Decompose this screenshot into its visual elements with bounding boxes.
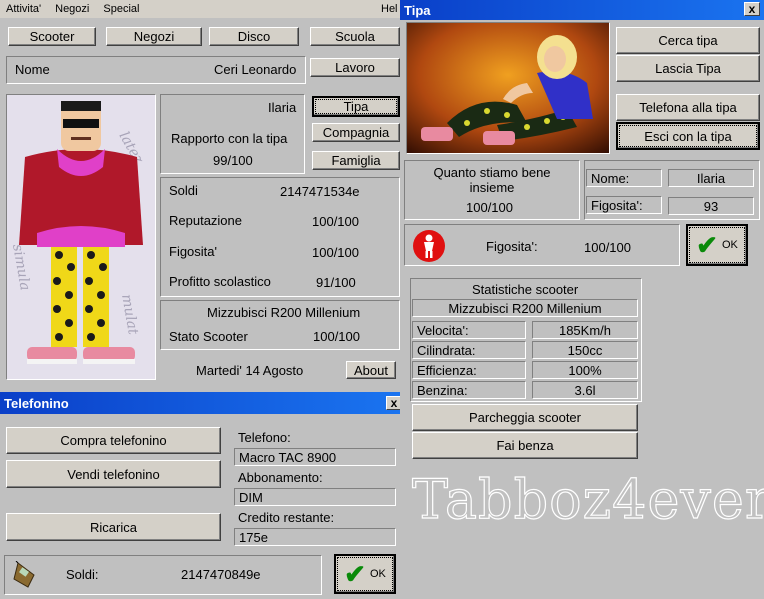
tipa-ok-label: OK	[721, 239, 738, 251]
plan-label: Abbonamento:	[238, 470, 323, 485]
credit-label: Credito restante:	[238, 510, 335, 525]
compagnia-button[interactable]: Compagnia	[312, 123, 400, 142]
scooter-state-value: 100/100	[313, 329, 360, 344]
telefonino-titlebar[interactable]: Telefonino	[0, 392, 400, 414]
reputation-value: 100/100	[312, 214, 359, 229]
name-label: Nome	[15, 62, 50, 77]
phone-value: Macro TAC 8900	[234, 448, 396, 466]
menu-help[interactable]: Hel	[381, 3, 398, 15]
tipa-name-value: Ilaria	[668, 169, 754, 187]
tipa-title: Tipa	[404, 2, 431, 18]
relation-label: Rapporto con la tipa	[171, 131, 288, 146]
tipa-name-label: Nome:	[586, 169, 662, 187]
girl-name: Ilaria	[268, 100, 297, 115]
menu-negozi[interactable]: Negozi	[55, 3, 89, 15]
esci-tipa-button[interactable]: Esci con la tipa	[616, 122, 760, 150]
relation-value: 99/100	[213, 153, 253, 168]
plan-value: DIM	[234, 488, 396, 506]
phone-ok-button[interactable]: ✔ OK	[334, 554, 396, 594]
cerca-tipa-button[interactable]: Cerca tipa	[616, 27, 760, 54]
parcheggia-scooter-button[interactable]: Parcheggia scooter	[412, 404, 638, 431]
menu-bar: Attivita' Negozi Special Hel	[0, 0, 400, 18]
reputation-label: Reputazione	[169, 213, 242, 228]
profitto-label: Profitto scolastico	[169, 274, 271, 289]
menu-special[interactable]: Special	[103, 3, 139, 15]
lavoro-button[interactable]: Lavoro	[310, 58, 400, 77]
tipa-titlebar[interactable]: Tipa	[400, 0, 764, 20]
girl-picture	[406, 22, 610, 154]
avatar-illustration: latez simula mulat	[7, 95, 155, 379]
benzina-value: 3.6l	[532, 381, 638, 399]
phone-label: Telefono:	[238, 430, 291, 445]
tipa-fig-value: 93	[668, 197, 754, 215]
credit-value: 175e	[234, 528, 396, 546]
figosita-label: Figosita'	[169, 244, 218, 259]
phone-ok-label: OK	[369, 568, 386, 580]
money-label-phone: Soldi:	[66, 567, 99, 582]
telefonino-window: Telefonino x Compra telefonino Vendi tel…	[0, 392, 402, 599]
money-value-phone: 2147470849e	[181, 567, 261, 582]
tipa-window: Tipa x Cerca tipa Lascia Tipa Telefona a…	[400, 0, 764, 599]
about-button[interactable]: About	[346, 361, 396, 379]
phone-money-panel	[4, 555, 322, 595]
lascia-tipa-button[interactable]: Lascia Tipa	[616, 55, 760, 82]
girl-status-icon	[412, 229, 446, 266]
compra-telefonino-button[interactable]: Compra telefonino	[6, 427, 221, 454]
menu-attivita[interactable]: Attivita'	[6, 3, 41, 15]
telefonino-title: Telefonino	[4, 395, 69, 411]
cilindrata-value: 150cc	[532, 341, 638, 359]
main-window: Attivita' Negozi Special Hel Scooter Neg…	[0, 0, 400, 392]
efficienza-label: Efficienza:	[412, 361, 526, 379]
telefona-tipa-button[interactable]: Telefona alla tipa	[616, 94, 760, 121]
scooter-state-label: Stato Scooter	[169, 329, 248, 344]
tipa-ok-button[interactable]: ✔ OK	[686, 224, 748, 266]
velocita-value: 185Km/h	[532, 321, 638, 339]
profitto-value: 91/100	[316, 275, 356, 290]
avatar: latez simula mulat	[6, 94, 156, 380]
fai-benza-button[interactable]: Fai benza	[412, 432, 638, 459]
figosita-value: 100/100	[312, 245, 359, 260]
tipa-close-button[interactable]: x	[744, 2, 760, 16]
watermark-text: Tabboz4ever	[411, 467, 764, 531]
name-value: Ceri Leonardo	[214, 62, 297, 77]
vendi-telefonino-button[interactable]: Vendi telefonino	[6, 460, 221, 488]
scooter-name: Mizzubisci R200 Millenium	[207, 305, 361, 320]
fig2-label: Figosita':	[486, 239, 538, 254]
money-label: Soldi	[169, 183, 198, 198]
cilindrata-label: Cilindrata:	[412, 341, 526, 359]
velocita-label: Velocita':	[412, 321, 526, 339]
ricarica-button[interactable]: Ricarica	[6, 513, 221, 541]
checkmark-icon: ✔	[696, 230, 718, 260]
scooter-button[interactable]: Scooter	[8, 27, 96, 46]
fig2-value: 100/100	[584, 240, 631, 255]
tipa-button[interactable]: Tipa	[312, 96, 400, 117]
scooter-stats-title: Statistiche scooter	[472, 282, 579, 297]
benzina-label: Benzina:	[412, 381, 526, 399]
efficienza-value: 100%	[532, 361, 638, 379]
scooter-stats-model: Mizzubisci R200 Millenium	[412, 299, 638, 317]
money-value: 2147471534e	[280, 184, 360, 199]
disco-button[interactable]: Disco	[209, 27, 299, 46]
tipa-fig-label: Figosita':	[586, 196, 662, 214]
date-display: Martedi' 14 Agosto	[196, 363, 304, 378]
famiglia-button[interactable]: Famiglia	[312, 151, 400, 170]
together-value: 100/100	[466, 200, 513, 215]
checkmark-icon: ✔	[344, 559, 366, 589]
scuola-button[interactable]: Scuola	[310, 27, 400, 46]
negozi-button[interactable]: Negozi	[106, 27, 202, 46]
together-label: Quanto stiamo bene insieme	[433, 165, 551, 195]
mobile-phone-icon	[12, 560, 38, 592]
girl-illustration	[407, 23, 609, 153]
